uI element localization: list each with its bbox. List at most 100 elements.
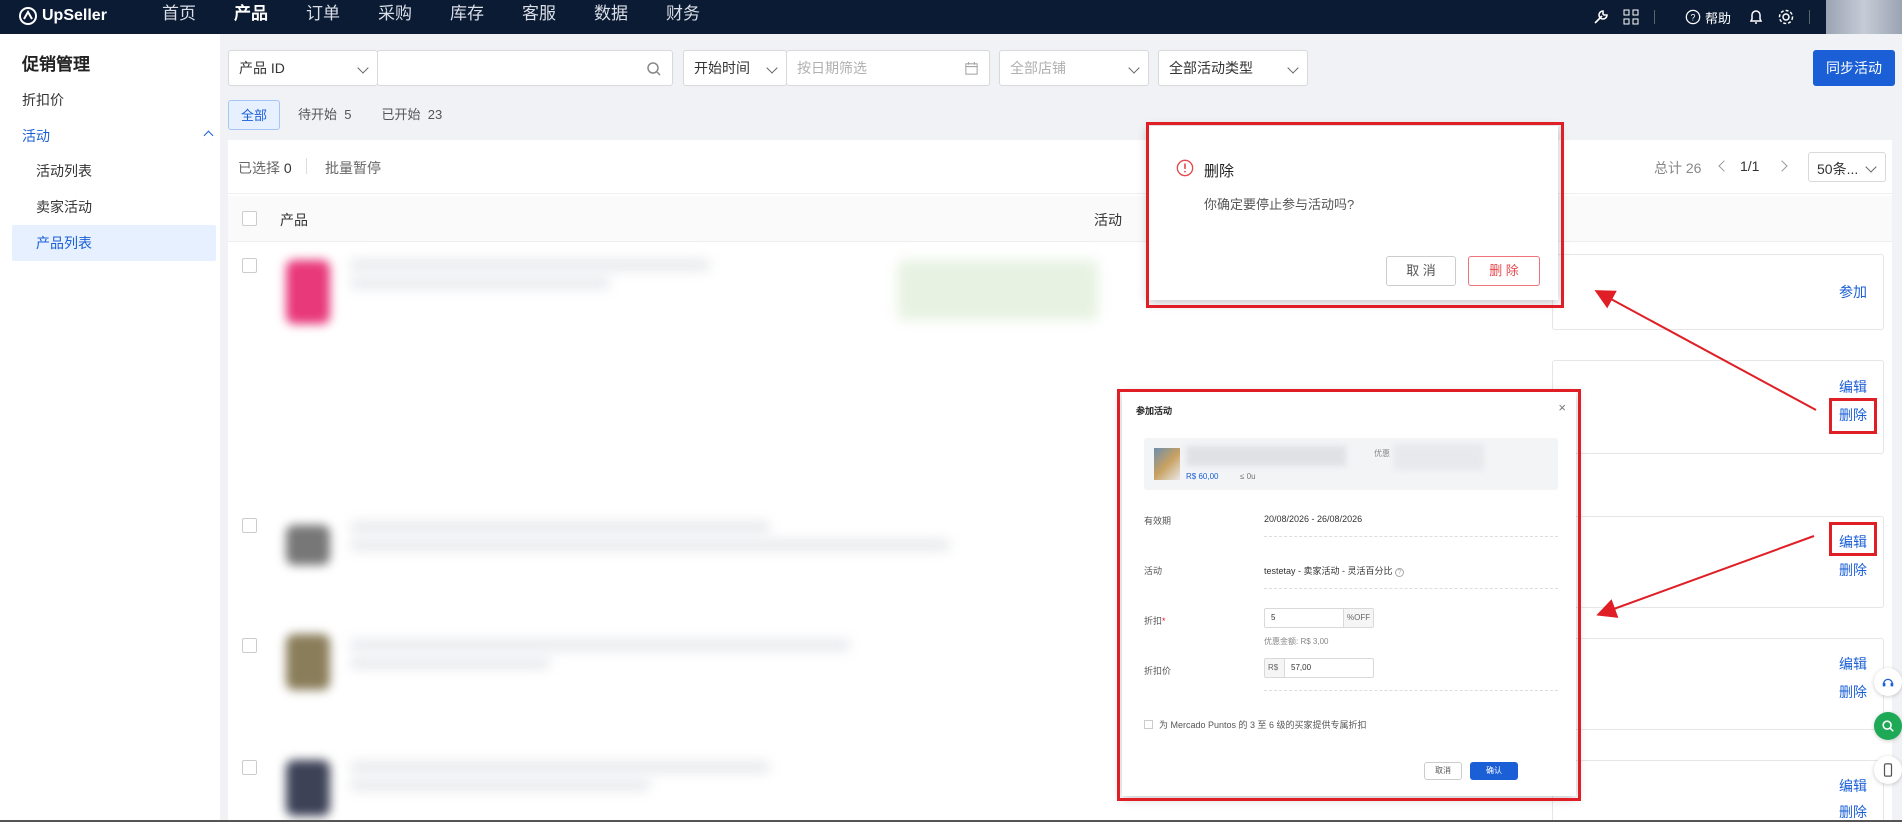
table-row — [350, 780, 650, 790]
user-avatar[interactable] — [1826, 0, 1902, 34]
nav-item-5[interactable]: 客服 — [503, 0, 575, 34]
sidebar-item-activity-list[interactable]: 活动列表 — [12, 153, 216, 189]
help-button[interactable]: ? 帮助 — [1685, 8, 1731, 27]
delete-button[interactable]: 删除 — [1839, 682, 1867, 702]
tab-started-count: 23 — [427, 107, 443, 122]
topbar-tools: ? 帮助 — [1586, 0, 1902, 34]
edit-button[interactable]: 编辑 — [1839, 377, 1867, 397]
divider — [1809, 10, 1810, 24]
nav-item-0[interactable]: 首页 — [143, 0, 215, 34]
shop-select[interactable]: 全部店铺 — [999, 50, 1149, 86]
nav-item-1[interactable]: 产品 — [215, 0, 287, 34]
selected-number: 0 — [283, 160, 292, 176]
annotation-box-delete-dialog — [1146, 122, 1564, 308]
product-thumbnail — [286, 260, 330, 324]
row-checkbox[interactable] — [242, 518, 257, 533]
row-checkbox[interactable] — [242, 638, 257, 653]
brand-logo[interactable]: UpSeller — [18, 6, 107, 26]
search-input[interactable] — [377, 50, 673, 86]
start-time-select[interactable]: 开始时间 — [683, 50, 787, 86]
table-row — [898, 260, 1098, 320]
divider — [306, 158, 307, 174]
sidebar-item-activity[interactable]: 活动 — [22, 126, 214, 146]
sidebar-item-product-list[interactable]: 产品列表 — [12, 225, 216, 261]
search-icon[interactable] — [646, 61, 662, 77]
tab-all[interactable]: 全部 — [228, 100, 281, 130]
upseller-logo-icon — [19, 7, 37, 25]
sync-activity-button[interactable]: 同步活动 — [1813, 50, 1895, 86]
tab-pending[interactable]: 待开始 5 — [286, 100, 363, 130]
row-checkbox[interactable] — [242, 258, 257, 273]
join-button[interactable]: 参加 — [1839, 282, 1867, 302]
col-activity: 活动 — [1094, 212, 1122, 228]
chevron-down-icon — [1128, 62, 1140, 74]
gear-icon[interactable] — [1771, 3, 1801, 31]
tab-started[interactable]: 已开始 23 — [370, 100, 455, 130]
product-thumbnail — [286, 634, 330, 690]
edit-button[interactable]: 编辑 — [1839, 654, 1867, 674]
row-checkbox[interactable] — [242, 760, 257, 775]
batch-pause-button[interactable]: 批量暂停 — [325, 158, 381, 178]
product-id-select[interactable]: 产品 ID — [228, 50, 378, 86]
nav-item-7[interactable]: 财务 — [647, 0, 719, 34]
bell-icon[interactable] — [1741, 3, 1771, 31]
table-row — [350, 640, 850, 650]
nav-item-3[interactable]: 采购 — [359, 0, 431, 34]
product-thumbnail — [286, 760, 330, 816]
activity-cell — [1552, 638, 1884, 730]
table-row — [350, 278, 610, 288]
chevron-down-icon — [1865, 161, 1877, 173]
annotation-box-edit-link — [1829, 522, 1877, 556]
table-row — [350, 260, 710, 270]
date-filter-input[interactable]: 按日期筛选 — [786, 50, 990, 86]
divider — [1653, 10, 1655, 24]
chevron-down-icon — [766, 62, 778, 74]
sidebar-item-activity-label: 活动 — [22, 128, 50, 144]
table-row — [350, 522, 770, 532]
annotation-box-delete-link — [1829, 398, 1877, 434]
nav-item-6[interactable]: 数据 — [575, 0, 647, 34]
tab-all-label: 全部 — [241, 108, 268, 123]
help-circle-icon: ? — [1685, 9, 1701, 25]
activity-type-select[interactable]: 全部活动类型 — [1158, 50, 1308, 86]
delete-button[interactable]: 删除 — [1839, 802, 1867, 822]
activity-cell — [1552, 254, 1884, 330]
tab-pending-count: 5 — [344, 107, 352, 122]
nav-item-2[interactable]: 订单 — [287, 0, 359, 34]
brand-name: UpSeller — [42, 7, 107, 24]
svg-text:?: ? — [1691, 13, 1696, 23]
nav-item-4[interactable]: 库存 — [431, 0, 503, 34]
top-navigation-bar: UpSeller 首页 产品 订单 采购 库存 客服 数据 财务 ? 帮助 — [0, 0, 1902, 34]
chevron-left-icon[interactable] — [1718, 160, 1730, 172]
activity-type-select-value: 全部活动类型 — [1169, 60, 1253, 76]
selected-label: 已选择 — [238, 160, 280, 176]
select-all-checkbox[interactable] — [242, 211, 257, 226]
date-filter-placeholder: 按日期筛选 — [797, 60, 867, 76]
main-nav: 首页 产品 订单 采购 库存 客服 数据 财务 — [143, 0, 719, 34]
sidebar-title: 促销管理 — [22, 55, 90, 74]
col-product: 产品 — [280, 212, 308, 228]
sidebar-item-discount[interactable]: 折扣价 — [22, 90, 64, 110]
page-size-select[interactable]: 50条... — [1808, 152, 1886, 182]
help-label: 帮助 — [1704, 10, 1731, 26]
chevron-right-icon[interactable] — [1776, 160, 1788, 172]
headset-icon[interactable] — [1874, 668, 1902, 696]
chevron-down-icon — [1287, 62, 1299, 74]
apps-grid-icon[interactable] — [1616, 3, 1646, 31]
wrench-icon[interactable] — [1586, 3, 1616, 31]
search-icon[interactable] — [1874, 712, 1902, 740]
sidebar-item-seller-activity[interactable]: 卖家活动 — [12, 189, 216, 225]
product-id-select-value: 产品 ID — [239, 60, 285, 76]
tab-started-label: 已开始 — [381, 107, 421, 122]
delete-button[interactable]: 删除 — [1839, 560, 1867, 580]
edit-button[interactable]: 编辑 — [1839, 776, 1867, 796]
shop-select-placeholder: 全部店铺 — [1010, 60, 1066, 76]
selected-count: 已选择 0 — [238, 158, 292, 178]
mobile-icon[interactable] — [1874, 756, 1902, 784]
page-indicator: 1/1 — [1740, 158, 1760, 174]
start-time-select-value: 开始时间 — [694, 60, 750, 76]
chevron-down-icon — [357, 62, 369, 74]
table-header: 产品 活动 — [228, 196, 1892, 242]
tab-pending-label: 待开始 — [298, 107, 338, 122]
table-row — [350, 658, 550, 668]
